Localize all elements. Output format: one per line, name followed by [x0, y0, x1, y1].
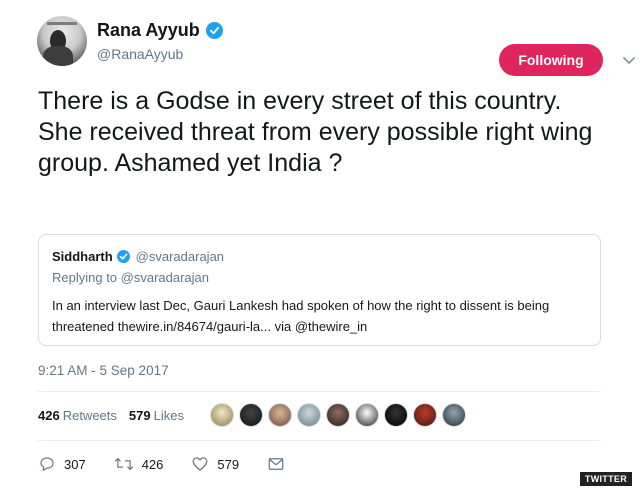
quoted-author-handle: @svaradarajan — [135, 248, 225, 264]
liker-avatar[interactable] — [296, 403, 321, 427]
reply-button[interactable]: 307 — [38, 455, 86, 473]
divider — [38, 391, 601, 392]
liker-avatar[interactable] — [412, 403, 437, 427]
author-avatar[interactable] — [37, 16, 87, 66]
chevron-down-icon[interactable] — [621, 52, 637, 68]
engagement-stats: 426 Retweets 579 Likes — [38, 400, 471, 430]
verified-badge-icon — [205, 22, 223, 39]
tweet-actions: 307 426 579 — [38, 454, 321, 474]
retweet-icon — [114, 458, 133, 471]
likes-count: 579 — [128, 407, 151, 423]
retweet-button[interactable]: 426 — [114, 455, 164, 473]
retweets-count: 426 — [38, 407, 60, 423]
quoted-tweet-header: Siddharth @svaradarajan — [52, 247, 587, 265]
retweets-stat[interactable]: 426 Retweets — [38, 408, 117, 423]
tweet-text: There is a Godse in every street of this… — [38, 87, 593, 177]
tweet-timestamp[interactable]: 9:21 AM - 5 Sep 2017 — [38, 363, 169, 378]
direct-message-button[interactable] — [267, 456, 293, 472]
author-handle[interactable]: @RanaAyyub — [97, 46, 183, 62]
liker-avatar[interactable] — [238, 403, 263, 427]
envelope-icon — [268, 458, 284, 470]
reply-count: 307 — [64, 456, 86, 472]
like-count: 579 — [217, 456, 240, 472]
quoted-tweet-text: In an interview last Dec, Gauri Lankesh … — [52, 298, 550, 334]
liker-avatars — [209, 403, 471, 427]
author-name-row[interactable]: Rana Ayyub — [97, 20, 223, 41]
liker-avatar[interactable] — [383, 403, 408, 427]
liker-avatar[interactable] — [441, 403, 466, 427]
retweet-count: 426 — [141, 456, 164, 472]
like-button[interactable]: 579 — [191, 455, 239, 473]
liker-avatar[interactable] — [209, 403, 234, 427]
verified-badge-icon — [116, 249, 130, 263]
source-watermark: TWITTER — [579, 472, 632, 486]
likes-label: Likes — [153, 407, 184, 423]
likes-stat[interactable]: 579 Likes — [129, 408, 184, 423]
quoted-tweet[interactable]: Siddharth @svaradarajan Replying to @sva… — [38, 234, 601, 346]
divider — [38, 440, 601, 441]
tweet-header: Rana Ayyub @RanaAyyub Following — [37, 16, 635, 76]
following-button[interactable]: Following — [499, 44, 603, 76]
heart-icon — [193, 457, 208, 471]
liker-avatar[interactable] — [267, 403, 292, 427]
liker-avatar[interactable] — [325, 403, 350, 427]
replying-to-label: Replying to @svaradarajan — [52, 270, 210, 285]
author-name[interactable]: Rana Ayyub — [97, 20, 200, 41]
retweets-label: Retweets — [62, 407, 117, 423]
liker-avatar[interactable] — [354, 403, 379, 427]
quoted-author-name: Siddharth — [52, 248, 113, 264]
reply-icon — [40, 457, 54, 471]
